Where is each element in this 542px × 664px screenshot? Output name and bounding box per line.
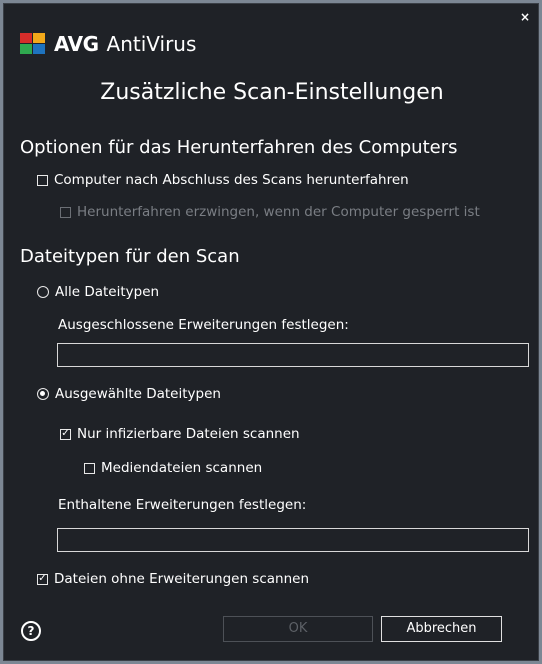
included-extensions-label: Enthaltene Erweiterungen festlegen: [58, 497, 307, 513]
shutdown-after-scan-checkbox[interactable] [37, 174, 48, 186]
product-name: AntiVirus [106, 32, 197, 56]
excluded-extensions-label: Ausgeschlossene Erweiterungen festlegen: [58, 317, 349, 333]
brand-name: AVG [54, 32, 99, 56]
infectable-only-label: Nur infizierbare Dateien scannen [77, 426, 300, 442]
included-extensions-input[interactable] [57, 528, 529, 552]
avg-logo-icon [20, 33, 46, 55]
infectable-only-option[interactable]: ✓ Nur infizierbare Dateien scannen [60, 426, 300, 442]
media-files-label: Mediendateien scannen [101, 460, 263, 476]
dialog-window: × AVG AntiVirus Zusätzliche Scan-Einstel… [3, 3, 539, 661]
close-button[interactable]: × [518, 10, 532, 24]
selected-filetypes-label: Ausgewählte Dateitypen [55, 386, 221, 402]
cancel-button[interactable]: Abbrechen [381, 616, 502, 642]
no-extension-label: Dateien ohne Erweiterungen scannen [54, 571, 310, 587]
avg-logo: AVG AntiVirus [20, 32, 196, 56]
all-filetypes-label: Alle Dateitypen [55, 284, 160, 300]
force-shutdown-checkbox [60, 206, 71, 218]
selected-filetypes-option[interactable]: Ausgewählte Dateitypen [37, 386, 221, 402]
shutdown-after-scan-label: Computer nach Abschluss des Scans herunt… [54, 172, 409, 188]
no-extension-checkbox[interactable]: ✓ [37, 573, 48, 585]
shutdown-section-title: Optionen für das Herunterfahren des Comp… [20, 137, 458, 158]
help-icon[interactable]: ? [21, 621, 41, 641]
ok-button[interactable]: OK [223, 616, 373, 642]
media-files-checkbox[interactable] [84, 462, 95, 474]
infectable-only-checkbox[interactable]: ✓ [60, 428, 71, 440]
all-filetypes-option[interactable]: Alle Dateitypen [37, 284, 159, 300]
shutdown-after-scan-option[interactable]: Computer nach Abschluss des Scans herunt… [37, 172, 409, 188]
force-shutdown-label: Herunterfahren erzwingen, wenn der Compu… [77, 204, 480, 220]
force-shutdown-option: Herunterfahren erzwingen, wenn der Compu… [60, 204, 480, 220]
excluded-extensions-input[interactable] [57, 343, 529, 367]
dialog-title: Zusätzliche Scan-Einstellungen [100, 80, 444, 105]
selected-filetypes-radio[interactable] [37, 388, 49, 400]
filetypes-section-title: Dateitypen für den Scan [20, 246, 240, 267]
all-filetypes-radio[interactable] [37, 286, 49, 298]
media-files-option[interactable]: Mediendateien scannen [84, 460, 262, 476]
no-extension-option[interactable]: ✓ Dateien ohne Erweiterungen scannen [37, 571, 309, 587]
